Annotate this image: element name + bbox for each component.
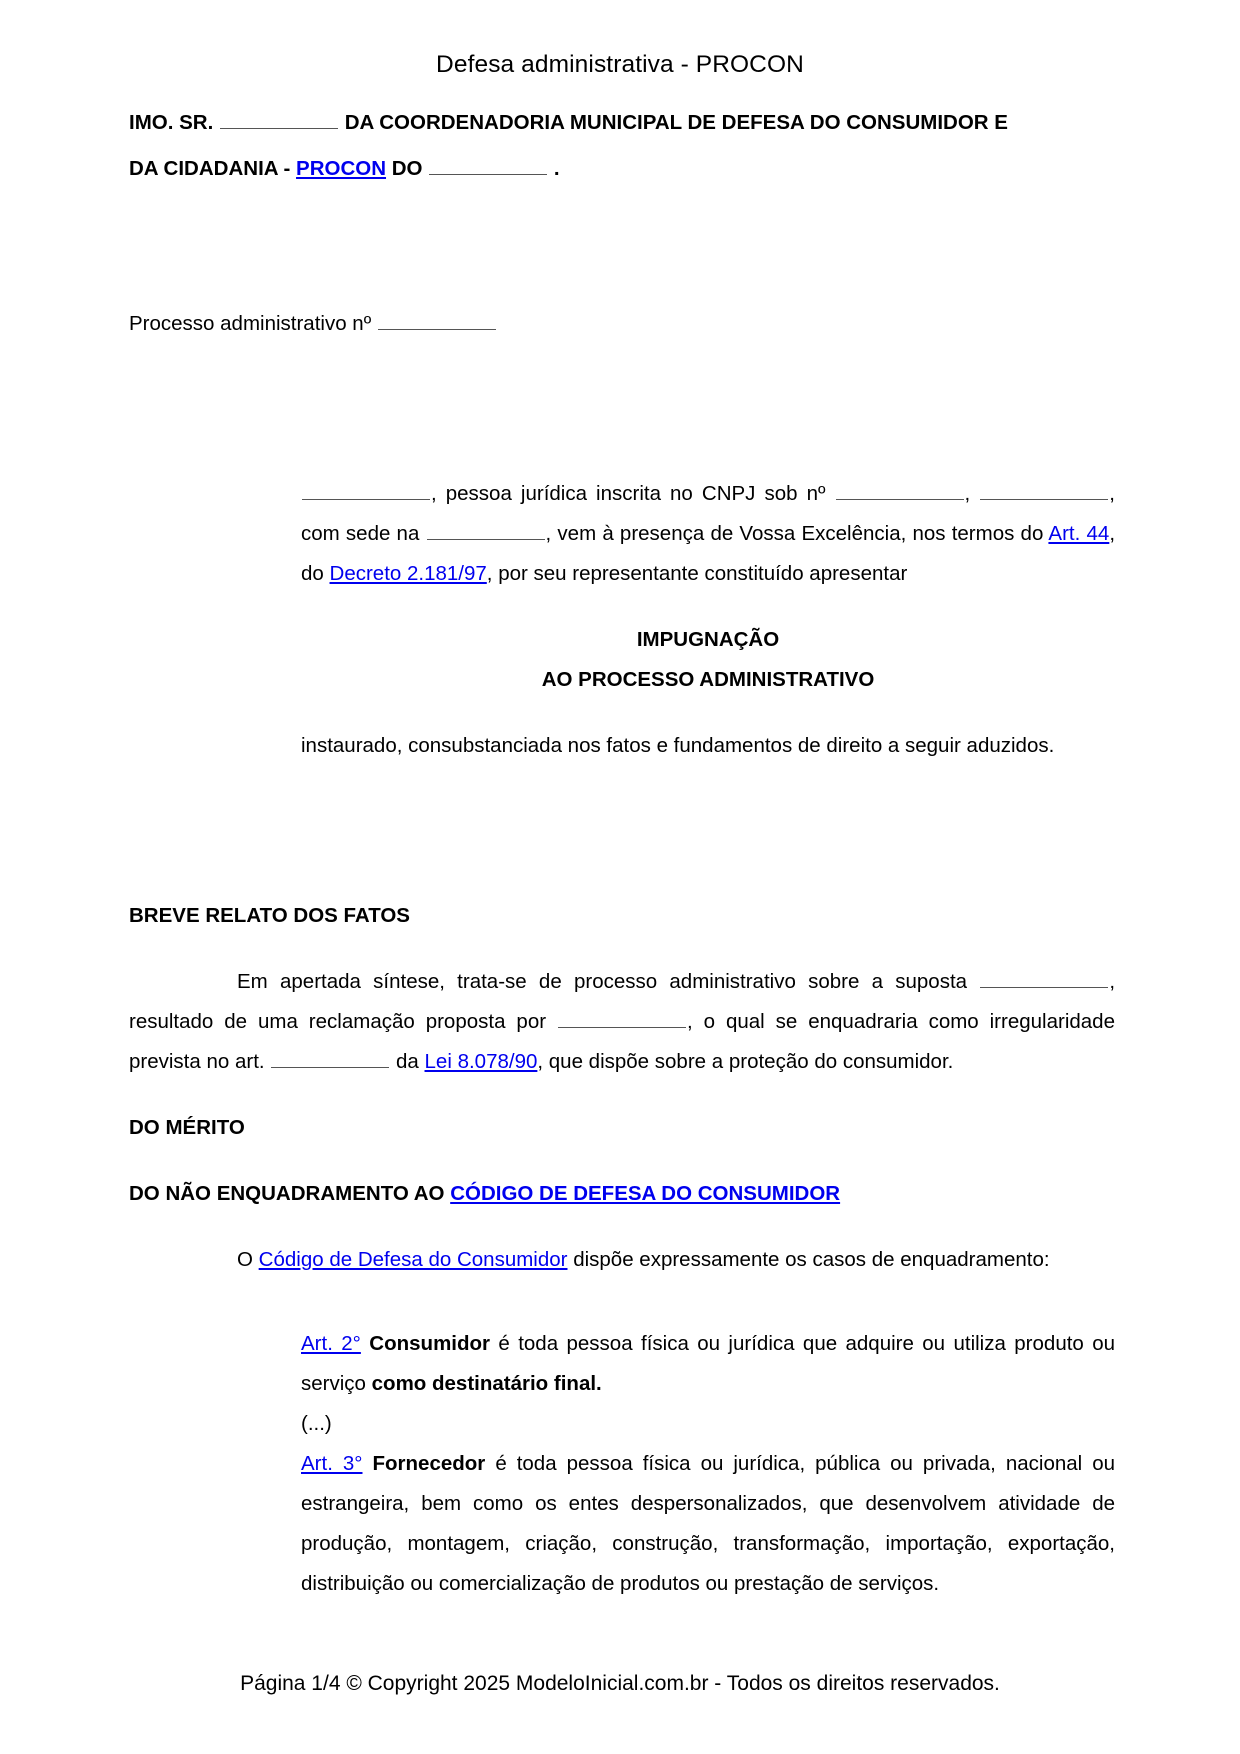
art-44-link[interactable]: Art. 44 bbox=[1048, 522, 1109, 545]
addressee-line-2: DA CIDADANIA - PROCON DO . bbox=[129, 146, 1115, 192]
codigo-defesa-consumidor-link[interactable]: Código de Defesa do Consumidor bbox=[259, 1248, 568, 1271]
process-number-line: Processo administrativo nº bbox=[129, 304, 1115, 344]
addressee-body: DA COORDENADORIA MUNICIPAL DE DEFESA DO … bbox=[344, 111, 1008, 134]
cdc-intro-text-1: O bbox=[237, 1247, 253, 1271]
qualification-text-1: , pessoa jurídica inscrita no CNPJ sob n… bbox=[431, 482, 826, 506]
process-number-label: Processo administrativo nº bbox=[129, 312, 372, 336]
instaurado-paragraph: instaurado, consubstanciada nos fatos e … bbox=[301, 734, 1055, 758]
consumidor-term: Consumidor bbox=[369, 1331, 491, 1355]
qualification-text-2: , bbox=[964, 482, 971, 506]
blank-field[interactable] bbox=[220, 109, 338, 129]
art-3-link[interactable]: Art. 3° bbox=[301, 1452, 363, 1475]
section-heading-do-merito: DO MÉRITO bbox=[129, 1115, 245, 1139]
document-body: IMO. SR. DA COORDENADORIA MUNICIPAL DE D… bbox=[129, 100, 1115, 1604]
page-title: Defesa administrativa - PROCON bbox=[436, 51, 804, 78]
addressee-prefix: IMO. SR. bbox=[129, 111, 214, 134]
section-heading-breve-relato: BREVE RELATO DOS FATOS bbox=[129, 904, 410, 928]
qualification-text-4: , vem à presença de Vossa Excelência, no… bbox=[545, 522, 1044, 546]
decreto-2181-link[interactable]: Decreto 2.181/97 bbox=[330, 562, 487, 585]
blank-field[interactable] bbox=[426, 520, 545, 541]
nao-enquadramento-label: DO NÃO ENQUADRAMENTO AO bbox=[129, 1181, 445, 1205]
procon-link[interactable]: PROCON bbox=[296, 157, 386, 180]
relato-paragraph: Em apertada síntese, trata-se de process… bbox=[129, 962, 1115, 1082]
fornecedor-term: Fornecedor bbox=[372, 1451, 486, 1475]
document-page: Defesa administrativa - PROCON IMO. SR. … bbox=[0, 0, 1240, 1754]
quoted-articles-block: Art. 2° Consumidor é toda pessoa física … bbox=[301, 1324, 1115, 1604]
page-footer: Página 1/4 © Copyright 2025 ModeloInicia… bbox=[240, 1672, 1000, 1695]
quote-ellipsis: (...) bbox=[301, 1411, 332, 1435]
qualification-block: , pessoa jurídica inscrita no CNPJ sob n… bbox=[301, 474, 1115, 766]
qualification-paragraph: , pessoa jurídica inscrita no CNPJ sob n… bbox=[301, 474, 1115, 594]
addressee-line-1: IMO. SR. DA COORDENADORIA MUNICIPAL DE D… bbox=[129, 100, 1115, 146]
destinatario-final-term: como destinatário final. bbox=[371, 1371, 602, 1395]
quote-art-2: Art. 2° Consumidor é toda pessoa física … bbox=[301, 1324, 1115, 1404]
qualification-text-6: , por seu representante constituído apre… bbox=[486, 562, 908, 586]
blank-field[interactable] bbox=[835, 480, 964, 501]
blank-field[interactable] bbox=[980, 968, 1109, 988]
lei-8078-link[interactable]: Lei 8.078/90 bbox=[425, 1050, 538, 1073]
relato-text-4: da bbox=[396, 1049, 419, 1073]
blank-field[interactable] bbox=[557, 1008, 686, 1028]
blank-field[interactable] bbox=[429, 155, 548, 176]
impugnacao-title-line-1: IMPUGNAÇÃO bbox=[636, 628, 780, 652]
cdc-heading-link[interactable]: CÓDIGO DE DEFESA DO CONSUMIDOR bbox=[450, 1182, 840, 1205]
relato-text-5: , que dispõe sobre a proteção do consumi… bbox=[537, 1049, 954, 1073]
cdc-intro-text-2: dispõe expressamente os casos de enquadr… bbox=[573, 1247, 1050, 1271]
do-label: DO bbox=[391, 157, 423, 181]
art-2-link[interactable]: Art. 2° bbox=[301, 1332, 361, 1355]
blank-field[interactable] bbox=[302, 480, 430, 501]
relato-text-1: Em apertada síntese, trata-se de process… bbox=[237, 970, 968, 993]
blank-field[interactable] bbox=[271, 1048, 390, 1068]
quote-art-3: Art. 3° Fornecedor é toda pessoa física … bbox=[301, 1444, 1115, 1604]
section-heading-nao-enquadramento: DO NÃO ENQUADRAMENTO AO CÓDIGO DE DEFESA… bbox=[129, 1174, 1115, 1214]
cdc-intro-paragraph: O Código de Defesa do Consumidor dispõe … bbox=[129, 1240, 1115, 1280]
impugnacao-title-line-2: AO PROCESSO ADMINISTRATIVO bbox=[541, 668, 875, 692]
blank-field[interactable] bbox=[980, 480, 1109, 501]
period-mark: . bbox=[553, 157, 560, 181]
blank-field[interactable] bbox=[377, 310, 496, 331]
cidadania-label: DA CIDADANIA - bbox=[129, 157, 291, 181]
